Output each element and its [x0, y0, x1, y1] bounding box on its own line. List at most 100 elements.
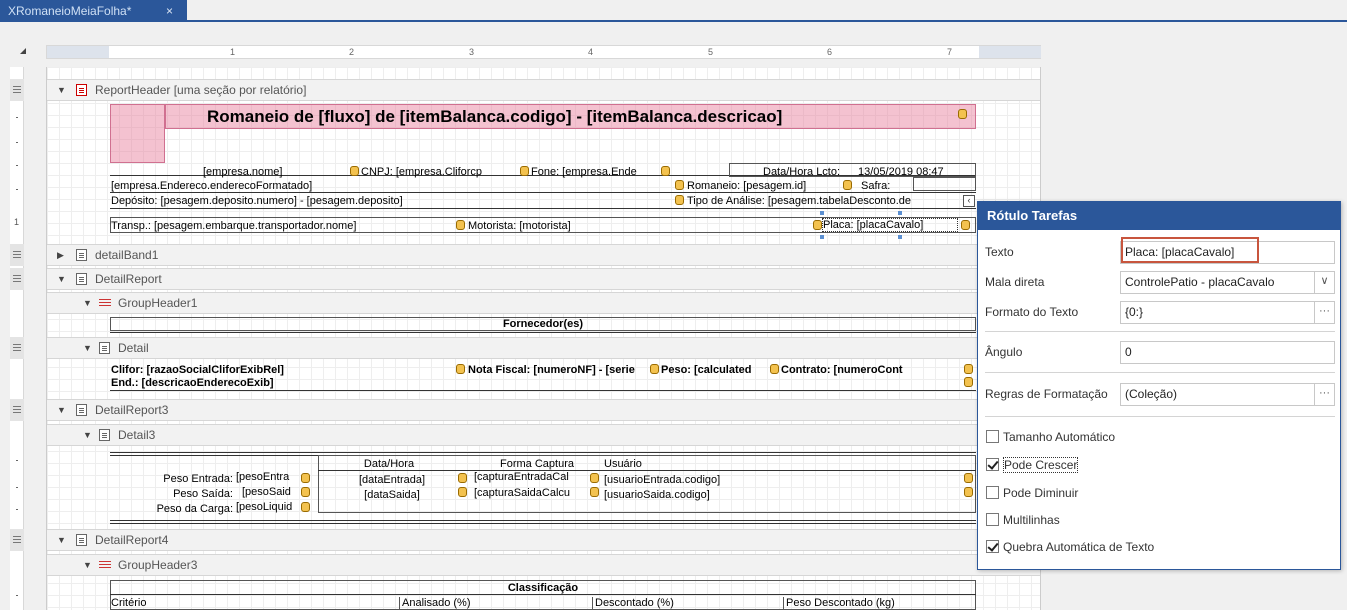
nota-fiscal-field[interactable]: Nota Fiscal: [numeroNF] - [serie — [468, 364, 650, 376]
criterio-header[interactable]: Critério — [111, 597, 261, 609]
collapse-all-icon[interactable] — [20, 48, 26, 54]
band-detail-report3[interactable]: ▼ DetailReport3 — [47, 399, 1040, 421]
selection-handle[interactable] — [820, 211, 824, 215]
analisado-header[interactable]: Analisado (%) — [399, 597, 499, 609]
checkbox-icon[interactable] — [986, 458, 999, 471]
empresa-nome-field[interactable]: [empresa.nome] — [203, 166, 343, 178]
mala-direta-select[interactable]: ControlePatio - placaCavalo ∨ — [1120, 271, 1335, 294]
checkbox-icon[interactable] — [986, 486, 999, 499]
formato-input[interactable]: {0:} ··· — [1120, 301, 1335, 324]
regras-input[interactable]: (Coleção) ··· — [1120, 383, 1335, 406]
tipo-analise-field[interactable]: Tipo de Análise: [pesagem.tabelaDesconto… — [687, 195, 962, 207]
smart-tag-icon[interactable]: ‹ — [963, 195, 975, 207]
ruler-number: 1 — [230, 47, 236, 57]
clifor-field[interactable]: Clifor: [razaoSocialCliforExibRel] — [111, 364, 441, 376]
multilinhas-checkbox[interactable]: Multilinhas — [986, 513, 1060, 527]
captura-saida-field[interactable]: [capturaSaidaCalcu — [474, 487, 589, 499]
band-report-header[interactable]: ▼ ReportHeader [uma seção por relatório] — [47, 79, 1040, 101]
pode-diminuir-checkbox[interactable]: Pode Diminuir — [986, 486, 1078, 500]
pode-crescer-checkbox[interactable]: Pode Crescer — [986, 457, 1079, 473]
band-handle[interactable] — [10, 337, 24, 359]
collapse-arrow-icon[interactable]: ▼ — [57, 400, 66, 420]
band-group-header1[interactable]: ▼ GroupHeader1 — [47, 292, 1040, 314]
database-icon — [350, 166, 359, 176]
mala-direta-row: Mala direta ControlePatio - placaCavalo ∨ — [978, 266, 1340, 298]
report-design-surface[interactable]: ▼ ReportHeader [uma seção por relatório]… — [46, 67, 1041, 610]
band-detail-band1[interactable]: ▶ detailBand1 — [47, 244, 1040, 266]
database-icon — [675, 195, 684, 205]
band-handle[interactable] — [10, 399, 24, 421]
collapse-arrow-icon[interactable]: ▼ — [57, 269, 66, 289]
fone-field[interactable]: Fone: [empresa.Ende — [531, 166, 661, 178]
transp-field[interactable]: Transp.: [pesagem.embarque.transportador… — [111, 220, 451, 232]
data-entrada-field[interactable]: [dataEntrada] — [327, 474, 457, 486]
contrato-field[interactable]: Contrato: [numeroCont — [781, 364, 963, 376]
usuario-entrada-field[interactable]: [usuarioEntrada.codigo] — [604, 474, 804, 486]
end-field[interactable]: End.: [descricaoEnderecoExib] — [111, 377, 411, 389]
ellipsis-button[interactable]: ··· — [1314, 302, 1334, 323]
database-icon — [770, 364, 779, 374]
ruler-mark — [16, 487, 18, 488]
motorista-field[interactable]: Motorista: [motorista] — [468, 220, 818, 232]
divider — [110, 390, 976, 391]
panel-title: Rótulo Tarefas — [978, 202, 1340, 230]
document-tab[interactable]: XRomaneioMeiaFolha* × — [0, 0, 187, 22]
checkbox-icon[interactable] — [986, 513, 999, 526]
usuario-saida-field[interactable]: [usuarioSaida.codigo] — [604, 489, 804, 501]
placa-field[interactable]: Placa: [placaCavalo] — [822, 218, 958, 232]
band-handle[interactable] — [10, 79, 24, 101]
collapse-arrow-icon[interactable]: ▼ — [83, 555, 92, 575]
regras-value: (Coleção) — [1125, 387, 1178, 401]
band-detail3[interactable]: ▼ Detail3 — [47, 424, 1040, 446]
endereco-field[interactable]: [empresa.Endereco.enderecoFormatado] — [111, 180, 441, 192]
peso-entrada-field[interactable]: [pesoEntra — [236, 471, 301, 483]
band-detail-report4[interactable]: ▼ DetailReport4 — [47, 529, 1040, 551]
band-handle[interactable] — [10, 529, 24, 551]
descontado-header[interactable]: Descontado (%) — [592, 597, 712, 609]
selection-handle[interactable] — [820, 235, 824, 239]
band-label: detailBand1 — [95, 248, 159, 262]
captura-entrada-field[interactable]: [capturaEntradaCal — [474, 471, 589, 483]
ruler-mark — [16, 142, 18, 143]
fornecedores-label[interactable]: Fornecedor(es) — [111, 318, 975, 330]
collapse-arrow-icon[interactable]: ▼ — [57, 80, 66, 100]
band-detail-report[interactable]: ▼ DetailReport — [47, 268, 1040, 290]
expand-arrow-icon[interactable]: ▶ — [57, 245, 64, 265]
collapse-arrow-icon[interactable]: ▼ — [83, 338, 92, 358]
deposito-field[interactable]: Depósito: [pesagem.deposito.numero] - [p… — [111, 195, 511, 207]
tamanho-automatico-checkbox[interactable]: Tamanho Automático — [986, 430, 1115, 444]
divider — [318, 470, 976, 471]
angulo-input[interactable]: 0 — [1120, 341, 1335, 364]
romaneio-field[interactable]: Romaneio: [pesagem.id] — [687, 180, 837, 192]
peso-field[interactable]: Peso: [calculated — [661, 364, 769, 376]
database-icon — [590, 473, 599, 483]
close-icon[interactable]: × — [166, 0, 173, 22]
band-label: GroupHeader1 — [118, 296, 198, 310]
selection-handle[interactable] — [898, 235, 902, 239]
detail-report-icon — [76, 273, 87, 285]
ruler-mark — [16, 189, 18, 190]
peso-descontado-header[interactable]: Peso Descontado (kg) — [783, 597, 933, 609]
peso-saida-field[interactable]: [pesoSaid — [242, 486, 302, 498]
checkbox-label: Pode Diminuir — [1003, 486, 1079, 500]
classificacao-label[interactable]: Classificação — [111, 582, 975, 594]
band-handle[interactable] — [10, 268, 24, 290]
band-handle[interactable] — [10, 244, 24, 266]
collapse-arrow-icon[interactable]: ▼ — [57, 530, 66, 550]
collapse-arrow-icon[interactable]: ▼ — [83, 293, 92, 313]
report-title[interactable]: Romaneio de [fluxo] de [itemBalanca.codi… — [207, 107, 937, 127]
ruler-margin-right — [979, 46, 1041, 58]
band-group-header3[interactable]: ▼ GroupHeader3 — [47, 554, 1040, 576]
ellipsis-button[interactable]: ··· — [1314, 384, 1334, 405]
quebra-automatica-checkbox[interactable]: Quebra Automática de Texto — [986, 540, 1154, 554]
checkbox-icon[interactable] — [986, 430, 999, 443]
selection-handle[interactable] — [898, 211, 902, 215]
band-detail[interactable]: ▼ Detail — [47, 337, 1040, 359]
collapse-arrow-icon[interactable]: ▼ — [83, 425, 92, 445]
chevron-down-icon[interactable]: ∨ — [1314, 272, 1334, 293]
cnpj-field[interactable]: CNPJ: [empresa.Cliforcp — [361, 166, 521, 178]
database-icon — [650, 364, 659, 374]
checkbox-icon[interactable] — [986, 540, 999, 553]
peso-carga-field[interactable]: [pesoLiquid — [236, 501, 301, 513]
data-saida-field[interactable]: [dataSaida] — [327, 489, 457, 501]
